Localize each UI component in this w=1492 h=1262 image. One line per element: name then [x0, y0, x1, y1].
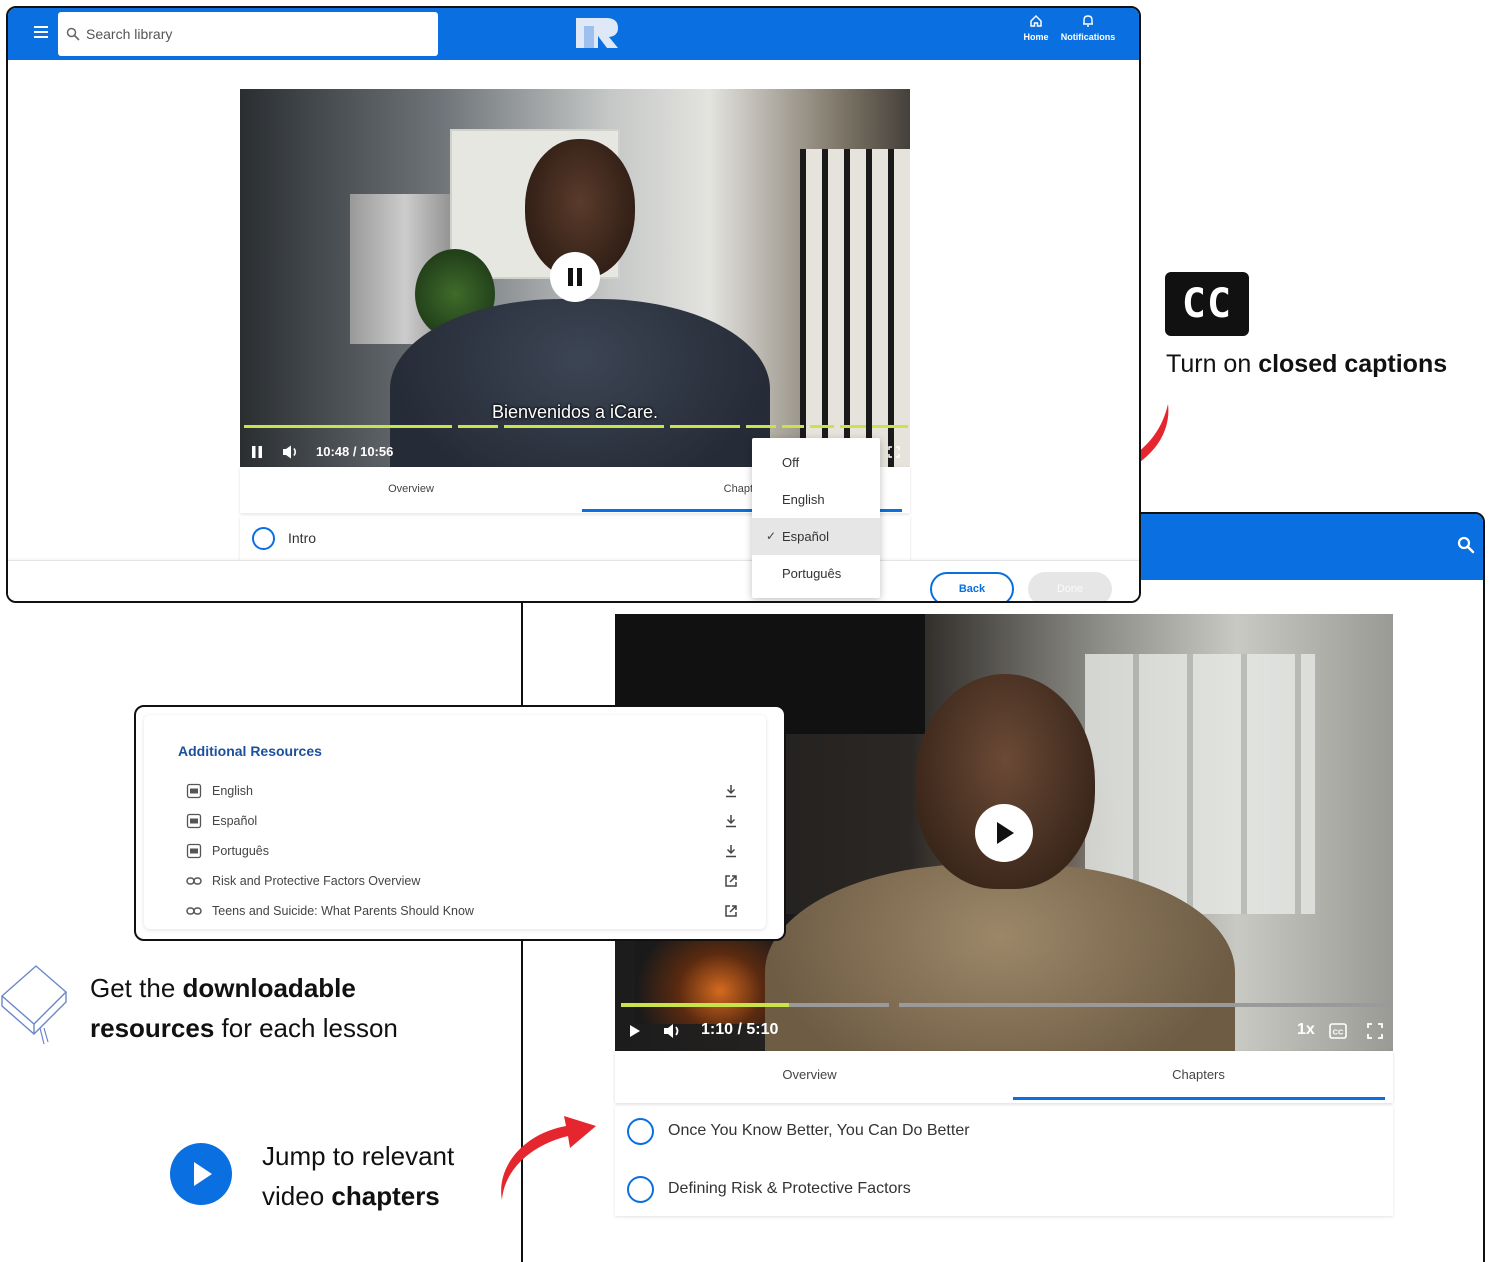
playback-speed[interactable]: 1x — [1297, 1021, 1315, 1039]
captions-option-off[interactable]: Off — [752, 444, 880, 481]
fullscreen-icon[interactable] — [888, 446, 900, 458]
tab-chapters[interactable]: Chapters — [1004, 1051, 1393, 1103]
captions-option-label: Español — [782, 529, 829, 544]
resource-item[interactable]: English — [186, 780, 738, 802]
resource-label: Español — [212, 814, 258, 828]
callout-emphasis: chapters — [331, 1181, 440, 1211]
checkmark-icon: ✓ — [766, 529, 777, 543]
external-link-icon[interactable] — [724, 874, 738, 888]
play-badge — [170, 1143, 232, 1205]
back-button[interactable]: Back — [930, 572, 1014, 601]
play-button[interactable] — [975, 804, 1033, 862]
pdf-icon — [186, 843, 202, 859]
tab-overview[interactable]: Overview — [240, 467, 582, 511]
resource-item[interactable]: Português — [186, 840, 738, 862]
chapter-status-icon — [252, 526, 275, 550]
video-time: 10:48 / 10:56 — [316, 444, 394, 459]
resource-label: Risk and Protective Factors Overview — [212, 874, 421, 888]
captions-option-english[interactable]: English — [752, 481, 880, 518]
callout-text: Turn on — [1166, 350, 1259, 378]
download-icon[interactable] — [724, 784, 738, 798]
download-icon[interactable] — [724, 844, 738, 858]
chapter-item[interactable]: Defining Risk & Protective Factors — [627, 1174, 911, 1204]
resource-item[interactable]: Español — [186, 810, 738, 832]
captions-option-portugues[interactable]: Português — [752, 555, 880, 592]
search-icon — [66, 27, 80, 41]
callout-text: video — [262, 1181, 332, 1211]
captions-option-espanol[interactable]: ✓ Español — [752, 518, 880, 555]
volume-icon[interactable] — [663, 1023, 683, 1039]
closed-captions-icon[interactable]: CC — [1329, 1023, 1347, 1039]
external-link-icon[interactable] — [724, 904, 738, 918]
top-bar: Home Notifications — [8, 8, 1139, 60]
pdf-icon — [186, 813, 202, 829]
chapter-title: Defining Risk & Protective Factors — [668, 1180, 911, 1197]
nav-notifications-label: Notifications — [1060, 32, 1116, 42]
captions-menu: Off English ✓ Español Português — [752, 438, 880, 598]
callout-text: Jump to relevant — [262, 1141, 455, 1171]
callout-text: Get the — [90, 973, 183, 1003]
search-input[interactable] — [86, 26, 386, 42]
link-icon — [186, 877, 202, 885]
resources-callout: Get the downloadable resources for each … — [90, 968, 398, 1048]
nav-home-label: Home — [1023, 32, 1049, 42]
nav-notifications[interactable]: Notifications — [1058, 14, 1118, 42]
resources-title: Additional Resources — [178, 743, 322, 759]
callout-emphasis: resources — [90, 1013, 215, 1043]
link-icon — [186, 907, 202, 915]
progress-fill — [621, 1003, 789, 1007]
chapters-callout: Jump to relevant video chapters — [262, 1136, 454, 1216]
video-controls: 1:10 / 5:10 1x CC — [615, 1019, 1393, 1047]
resources-panel: Additional Resources English Español Por… — [144, 715, 766, 929]
chapter-list: Once You Know Better, You Can Do Better … — [615, 1106, 1393, 1216]
chapter-status-icon — [627, 1117, 654, 1145]
captions-callout: Turn on closed captions — [1166, 350, 1447, 379]
arrow-to-chapters-icon — [501, 1116, 596, 1200]
search-icon[interactable] — [1457, 536, 1475, 554]
done-button[interactable]: Done — [1028, 572, 1112, 601]
play-icon — [997, 822, 1014, 844]
resource-label: Português — [212, 844, 269, 858]
resource-item[interactable]: Risk and Protective Factors Overview — [186, 870, 738, 892]
play-icon — [194, 1162, 212, 1186]
video-player[interactable]: Bienvenidos a iCare. 10:48 / 10:56 — [240, 89, 910, 467]
pause-button[interactable] — [550, 252, 600, 302]
active-tab-indicator — [1013, 1097, 1385, 1100]
bell-icon — [1083, 15, 1093, 27]
volume-icon[interactable] — [282, 445, 300, 459]
chapter-status-icon — [627, 1175, 654, 1203]
callout-text: for each lesson — [214, 1013, 398, 1043]
closed-captions-badge: CC — [1165, 272, 1249, 336]
hamburger-menu-icon[interactable] — [34, 26, 48, 38]
chapter-title: Intro — [288, 530, 317, 546]
resource-label: Teens and Suicide: What Parents Should K… — [212, 904, 474, 918]
callout-emphasis: downloadable — [182, 973, 356, 1003]
resource-label: English — [212, 784, 253, 798]
video-subtitle: Bienvenidos a iCare. — [491, 402, 659, 422]
pdf-icon — [186, 783, 202, 799]
callout-emphasis: closed captions — [1258, 350, 1448, 378]
pause-icon — [568, 268, 582, 286]
download-icon[interactable] — [724, 814, 738, 828]
book-icon — [0, 965, 68, 1045]
progress-track[interactable] — [244, 425, 908, 428]
svg-text:CC: CC — [1333, 1028, 1344, 1037]
resource-item[interactable]: Teens and Suicide: What Parents Should K… — [186, 900, 738, 922]
play-icon[interactable] — [629, 1024, 641, 1038]
progress-track-2[interactable] — [899, 1003, 1389, 1007]
home-icon — [1030, 14, 1042, 27]
video-time: 1:10 / 5:10 — [701, 1021, 779, 1038]
pause-icon[interactable] — [252, 446, 262, 458]
chapter-item[interactable]: Once You Know Better, You Can Do Better — [627, 1116, 970, 1146]
chapter-title: Once You Know Better, You Can Do Better — [668, 1122, 970, 1139]
brand-logo-icon — [576, 18, 618, 48]
lesson-footer: Back Done — [8, 560, 1139, 601]
additional-resources-card: Additional Resources English Español Por… — [134, 705, 786, 941]
search-bar — [58, 12, 438, 56]
fullscreen-icon[interactable] — [1367, 1023, 1383, 1039]
lesson-window-captions: Home Notifications Bienvenidos a iCare. — [6, 6, 1141, 603]
tab-overview[interactable]: Overview — [615, 1051, 1004, 1103]
nav-home[interactable]: Home — [1006, 14, 1066, 42]
lesson-tabs: Overview Chapters — [615, 1051, 1393, 1103]
